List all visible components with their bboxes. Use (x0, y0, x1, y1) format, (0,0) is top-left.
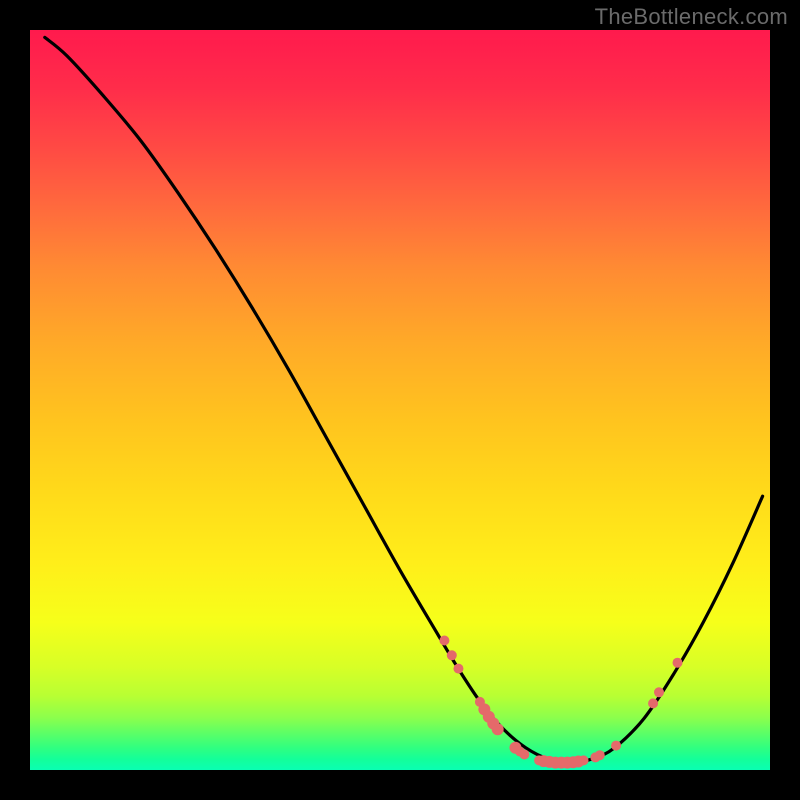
highlight-dot (579, 755, 589, 765)
highlight-dot (519, 749, 529, 759)
highlight-dot (492, 723, 504, 735)
watermark-text: TheBottleneck.com (595, 4, 788, 30)
bottleneck-curve (45, 37, 763, 762)
chart-frame: TheBottleneck.com (0, 0, 800, 800)
chart-svg (30, 30, 770, 770)
highlight-dot (447, 650, 457, 660)
highlight-dot (439, 636, 449, 646)
highlight-dot (453, 664, 463, 674)
highlight-dot (654, 687, 664, 697)
highlight-dot (673, 658, 683, 668)
highlight-dots-group (439, 636, 682, 769)
highlight-dot (595, 750, 605, 760)
plot-area (30, 30, 770, 770)
highlight-dot (611, 741, 621, 751)
highlight-dot (648, 698, 658, 708)
